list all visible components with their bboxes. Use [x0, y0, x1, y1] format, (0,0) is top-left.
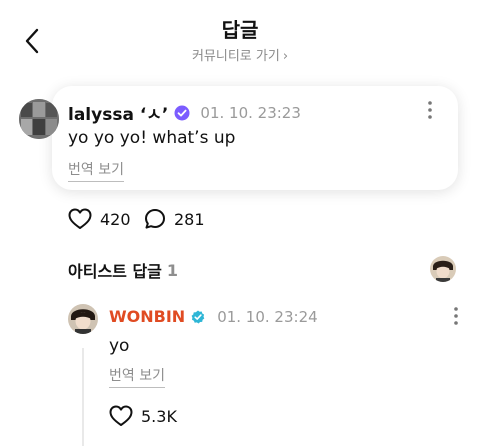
- artist-like-button[interactable]: 5.3K: [109, 405, 177, 427]
- more-vertical-icon: [428, 101, 432, 119]
- artist-reply-more-button[interactable]: [450, 306, 462, 326]
- artist-reply-avatar-image: [68, 304, 98, 334]
- community-link[interactable]: 커뮤니티로 가기 ›: [0, 45, 480, 64]
- post-comment-button[interactable]: 281: [144, 208, 205, 230]
- post-text: yo yo yo! what’s up: [68, 128, 236, 148]
- heart-icon: [109, 405, 133, 426]
- artist-section-avatar[interactable]: [430, 256, 456, 282]
- artist-verified-check-icon: [191, 310, 205, 323]
- more-vertical-icon: [454, 307, 458, 325]
- post-translate-link[interactable]: 번역 보기: [68, 159, 124, 182]
- thread-line: [82, 348, 84, 446]
- comment-bubble-icon: [145, 209, 165, 229]
- post-like-count: 420: [100, 209, 131, 229]
- heart-icon: [68, 208, 92, 229]
- post-username[interactable]: lalyssa ‘ㅅ’: [68, 100, 168, 125]
- artist-section-count: 1: [166, 260, 179, 280]
- post-like-button[interactable]: 420: [68, 208, 131, 230]
- artist-section-title: 아티스트 답글: [68, 262, 162, 281]
- avatar[interactable]: [19, 99, 59, 139]
- post-timestamp: 01. 10. 23:23: [200, 103, 301, 122]
- verified-badge-icon: [174, 105, 190, 120]
- artist-translate-link[interactable]: 번역 보기: [109, 365, 165, 388]
- artist-avatar-image: [430, 256, 456, 282]
- post-comment-count: 281: [174, 209, 205, 229]
- chevron-right-icon: ›: [282, 49, 289, 64]
- artist-name[interactable]: WONBIN: [109, 307, 185, 326]
- artist-like-count: 5.3K: [141, 406, 177, 426]
- avatar[interactable]: [68, 304, 98, 334]
- community-link-label: 커뮤니티로 가기: [191, 49, 280, 64]
- post-more-button[interactable]: [424, 100, 436, 120]
- user-avatar-image: [19, 99, 59, 139]
- artist-reply-timestamp: 01. 10. 23:24: [217, 307, 318, 326]
- artist-reply-text: yo: [109, 336, 130, 356]
- page-title: 답글: [221, 18, 259, 42]
